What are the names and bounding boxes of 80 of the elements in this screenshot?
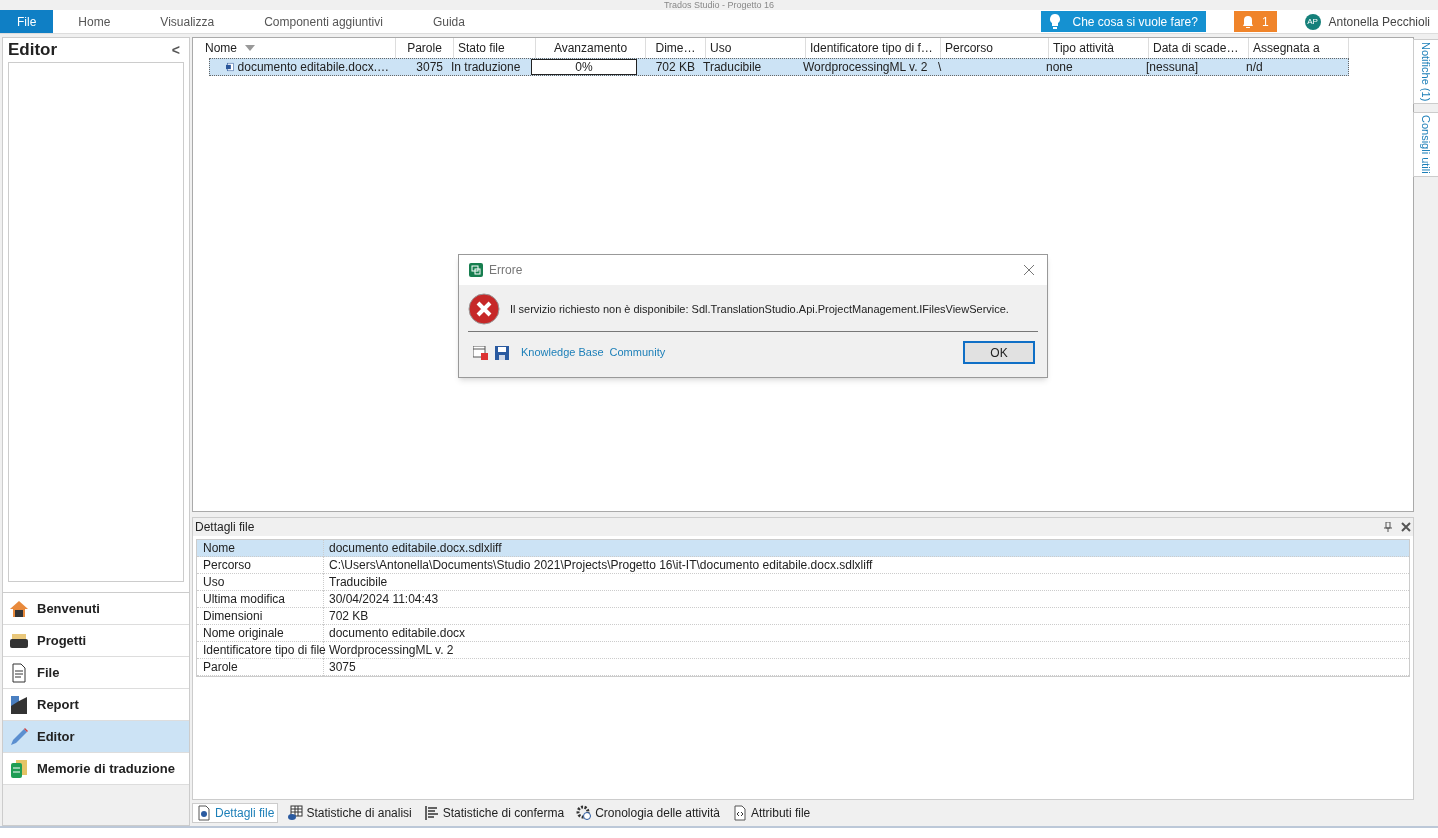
property-value: 30/04/2024 11:04:43	[328, 591, 439, 608]
file-row[interactable]: documento editabile.docx.… 3075 In traduzione 0% 702 KB Traducibile WordprocessingML v. 2 \ none [nessuna] n/d	[209, 58, 1349, 76]
code-file-icon	[731, 805, 748, 821]
nav-item[interactable]: Benvenuti	[3, 593, 189, 625]
table-cell-text: none	[1045, 59, 1074, 76]
details-row[interactable]: Ultima modifica 30/04/2024 11:04:43	[197, 591, 1409, 608]
help-link[interactable]: Knowledge Base	[521, 344, 604, 361]
window-error-icon	[473, 345, 489, 360]
side-panel-tab[interactable]: Notifiche (1)	[1412, 39, 1438, 105]
user-avatar: AP	[1304, 13, 1321, 30]
close-button[interactable]	[1021, 262, 1037, 278]
ok-button[interactable]: OK	[963, 341, 1035, 364]
user-name: Antonella Pecchioli	[1328, 13, 1430, 31]
save-icon	[495, 345, 509, 360]
details-row[interactable]: Dimensioni 702 KB	[197, 608, 1409, 625]
pencil-icon	[9, 726, 29, 747]
progress-reading: 0%	[574, 60, 594, 74]
table-cell-text: 702 KB	[654, 59, 696, 76]
help-link[interactable]: Community	[609, 344, 666, 361]
bottom-tab[interactable]: Cronologia delle attività	[573, 803, 723, 823]
dialog-title: Errore	[489, 262, 524, 279]
sort-icon	[245, 45, 255, 51]
property-value: C:\Users\Antonella\Documents\Studio 2021\Projects\Progetto 16\it-IT\documento editabile.docx.sdlxliff	[328, 557, 873, 574]
lightbulb-icon	[1048, 13, 1061, 30]
side-panel-tab[interactable]: Consigli utili	[1412, 112, 1438, 177]
property-value: 3075	[328, 659, 356, 676]
details-row[interactable]: Percorso C:\Users\Antonella\Documents\Studio 2021\Projects\Progetto 16\it-IT\documento editabile.docx.sdlxliff	[197, 557, 1409, 574]
nav-item[interactable]: Report	[3, 689, 189, 721]
nav-item[interactable]: Memorie di traduzione	[3, 753, 189, 785]
bottom-tab[interactable]: Statistiche di conferma	[420, 803, 568, 823]
table-cell-text: [nessuna]	[1145, 59, 1200, 76]
table-cell-text: Traducibile	[702, 59, 763, 76]
details-row[interactable]: Nome originale documento editabile.docx	[197, 625, 1409, 642]
menu-tab[interactable]: Guida	[407, 10, 490, 33]
menu-tab[interactable]: Home	[53, 10, 136, 33]
details-row[interactable]: Nome documento editabile.docx.sdlxliff	[197, 540, 1409, 557]
house-icon	[9, 598, 29, 619]
table-cell-text: documento editabile.docx.…	[237, 59, 389, 76]
error-message: Il servizio richiesto non è disponibile: Sdl.TranslationStudio.Api.ProjectManagement.IFilesViewService.	[510, 301, 1009, 317]
nav-item[interactable]: Editor	[3, 721, 189, 753]
menu-tab[interactable]: Visualizza	[135, 10, 240, 33]
table-cell-text: \	[937, 59, 943, 76]
list-icon	[423, 805, 440, 821]
pin-icon	[1383, 522, 1393, 532]
app-icon	[469, 263, 483, 277]
error-icon	[468, 293, 500, 325]
details-row[interactable]: Parole 3075	[197, 659, 1409, 676]
menu-tab[interactable]: File	[0, 10, 54, 33]
table-cell-text: WordprocessingML v. 2	[802, 59, 929, 76]
info-icon	[196, 805, 212, 821]
word-document-icon	[226, 60, 234, 74]
table-cell-text: In traduzione	[450, 59, 522, 76]
property-value: documento editabile.docx.sdlxliff	[328, 540, 502, 557]
property-value: WordprocessingML v. 2	[328, 642, 454, 659]
gear-icon	[576, 805, 593, 821]
document-icon	[9, 662, 29, 683]
details-row[interactable]: Uso Traducibile	[197, 574, 1409, 591]
table-cell-text: 3075	[415, 59, 444, 76]
help-search-button[interactable]: Che cosa si vuole fare?	[1040, 11, 1206, 32]
panel-title: Dettagli file	[195, 519, 255, 536]
table-cell-text: n/d	[1245, 59, 1264, 76]
nav-item[interactable]: Progetti	[3, 625, 189, 657]
bottom-tab[interactable]: Dettagli file	[192, 803, 279, 823]
database-icon	[9, 758, 29, 779]
bottom-tab[interactable]: Attributi file	[728, 803, 814, 823]
property-value: documento editabile.docx	[328, 625, 466, 642]
window-title: Trados Studio - Progetto 16	[663, 0, 775, 10]
collapse-button[interactable]: <	[167, 39, 184, 61]
property-value: Traducibile	[328, 574, 388, 591]
property-label: Parole	[197, 658, 324, 676]
nav-item[interactable]: File	[3, 657, 189, 689]
report-icon	[9, 694, 29, 715]
menu-tab[interactable]: Componenti aggiuntivi	[239, 10, 408, 33]
table-icon	[287, 805, 304, 821]
bell-icon	[1241, 15, 1254, 28]
property-value: 702 KB	[328, 608, 369, 625]
details-row[interactable]: Identificatore tipo di file WordprocessingML v. 2	[197, 642, 1409, 659]
close-icon	[1401, 522, 1411, 532]
sidebar-title: Editor	[8, 39, 58, 62]
bottom-tab[interactable]: Statistiche di analisi	[284, 803, 415, 823]
